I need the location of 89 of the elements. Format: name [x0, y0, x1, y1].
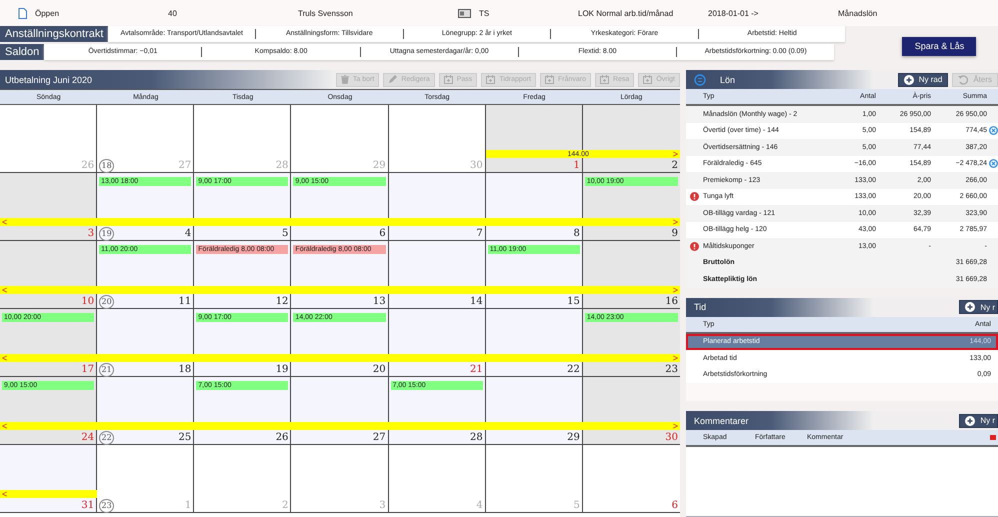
info-text: TS — [479, 8, 490, 18]
day-number: 21 — [470, 364, 483, 375]
section-label: Anställningskontrakt — [0, 26, 108, 42]
day-number: 3 — [379, 500, 386, 511]
calendar-icon — [486, 75, 496, 84]
info-text: LOK Normal arb.tid/månad — [578, 8, 674, 18]
calendar-icon — [444, 75, 453, 84]
info-text: 2018-01-01 -> — [708, 8, 758, 18]
day-number: 28 — [276, 160, 288, 171]
calendar-icon — [544, 75, 554, 84]
day-cell[interactable]: 23 1 — [97, 445, 194, 512]
day-number: 29 — [567, 432, 580, 443]
day-number: 29 — [372, 160, 386, 171]
day-number: 2 — [282, 500, 288, 511]
next-arrow[interactable]: > — [670, 218, 680, 226]
day-number: 30 — [665, 432, 678, 443]
save-lock-button[interactable]: Spara & Lås — [902, 36, 976, 56]
day-number: 4 — [476, 500, 483, 511]
panel-button[interactable]: Ny rad — [898, 72, 948, 86]
day-number: 28 — [470, 432, 483, 443]
day-number: 22 — [567, 364, 580, 375]
day-number: 15 — [567, 296, 580, 307]
panel-title: Tid — [694, 302, 706, 312]
id-card-icon — [458, 8, 471, 18]
day-number: 18 — [178, 364, 192, 375]
info-text: Truls Svensson — [298, 8, 353, 18]
day-number: 30 — [470, 160, 483, 171]
day-number: 20 — [372, 364, 386, 375]
info-icon[interactable] — [989, 159, 998, 168]
undo-icon — [958, 74, 968, 84]
day-number: 3 — [88, 228, 94, 239]
info-text: 40 — [168, 8, 177, 18]
day-number: 17 — [81, 364, 94, 375]
day-number: 23 — [665, 364, 678, 375]
day-number: 13 — [372, 296, 386, 307]
trash-icon — [340, 75, 349, 84]
previous-arrow[interactable]: < — [0, 286, 10, 294]
new-row-button[interactable]: Ny r — [959, 300, 998, 314]
day-number: 2 — [672, 160, 678, 171]
day-number: 31 — [81, 500, 94, 511]
day-number: 4 — [184, 228, 192, 239]
day-number: 9 — [672, 228, 678, 239]
day-number: 27 — [178, 160, 192, 171]
day-number: 11 — [178, 296, 192, 307]
calendar-title: Utbetalning Juni 2020 — [5, 74, 92, 84]
info-text: Öppen — [35, 8, 60, 18]
next-arrow[interactable]: > — [670, 422, 680, 430]
day-number: 10 — [81, 296, 94, 307]
previous-arrow[interactable]: < — [0, 354, 10, 362]
day-number: 5 — [282, 228, 288, 239]
new-row-button[interactable]: Ny r — [959, 414, 998, 428]
section-label: Saldon — [0, 44, 44, 60]
day-number: 16 — [665, 296, 678, 307]
day-number: 1 — [184, 500, 192, 511]
info-icon[interactable] — [989, 126, 998, 136]
day-number: 26 — [276, 432, 288, 443]
panel-title: Kommentarer — [694, 416, 749, 426]
add-icon — [904, 74, 914, 84]
next-arrow[interactable]: > — [670, 286, 680, 294]
day-number: 7 — [476, 228, 483, 239]
day-number: 26 — [81, 160, 94, 171]
next-arrow[interactable]: > — [670, 354, 680, 362]
week-number: 23 — [99, 498, 114, 512]
add-icon — [965, 302, 976, 312]
previous-arrow[interactable]: < — [0, 218, 10, 226]
calendar-icon — [600, 75, 609, 84]
info-text: Månadslön — [838, 8, 878, 18]
day-number: 1 — [573, 160, 580, 171]
day-number: 5 — [573, 500, 580, 511]
add-icon — [965, 416, 976, 426]
day-cell[interactable]: 18 27 — [97, 105, 194, 172]
document-icon — [18, 8, 27, 18]
day-number: 14 — [470, 296, 483, 307]
panel-title: Lön — [720, 74, 736, 84]
day-number: 24 — [81, 432, 94, 443]
calendar-icon — [643, 75, 652, 84]
day-number: 25 — [178, 432, 192, 443]
collapse-icon[interactable] — [694, 74, 706, 86]
day-number: 27 — [372, 432, 386, 443]
day-number: 12 — [276, 296, 288, 307]
flag-icon — [990, 434, 996, 440]
pencil-icon — [388, 75, 398, 84]
previous-arrow[interactable]: < — [0, 490, 10, 498]
next-arrow[interactable]: > — [670, 150, 680, 158]
day-number: 6 — [672, 500, 678, 511]
day-number: 6 — [379, 228, 386, 239]
day-number: 8 — [573, 228, 580, 239]
previous-arrow[interactable]: < — [0, 422, 10, 430]
day-number: 19 — [276, 364, 288, 375]
